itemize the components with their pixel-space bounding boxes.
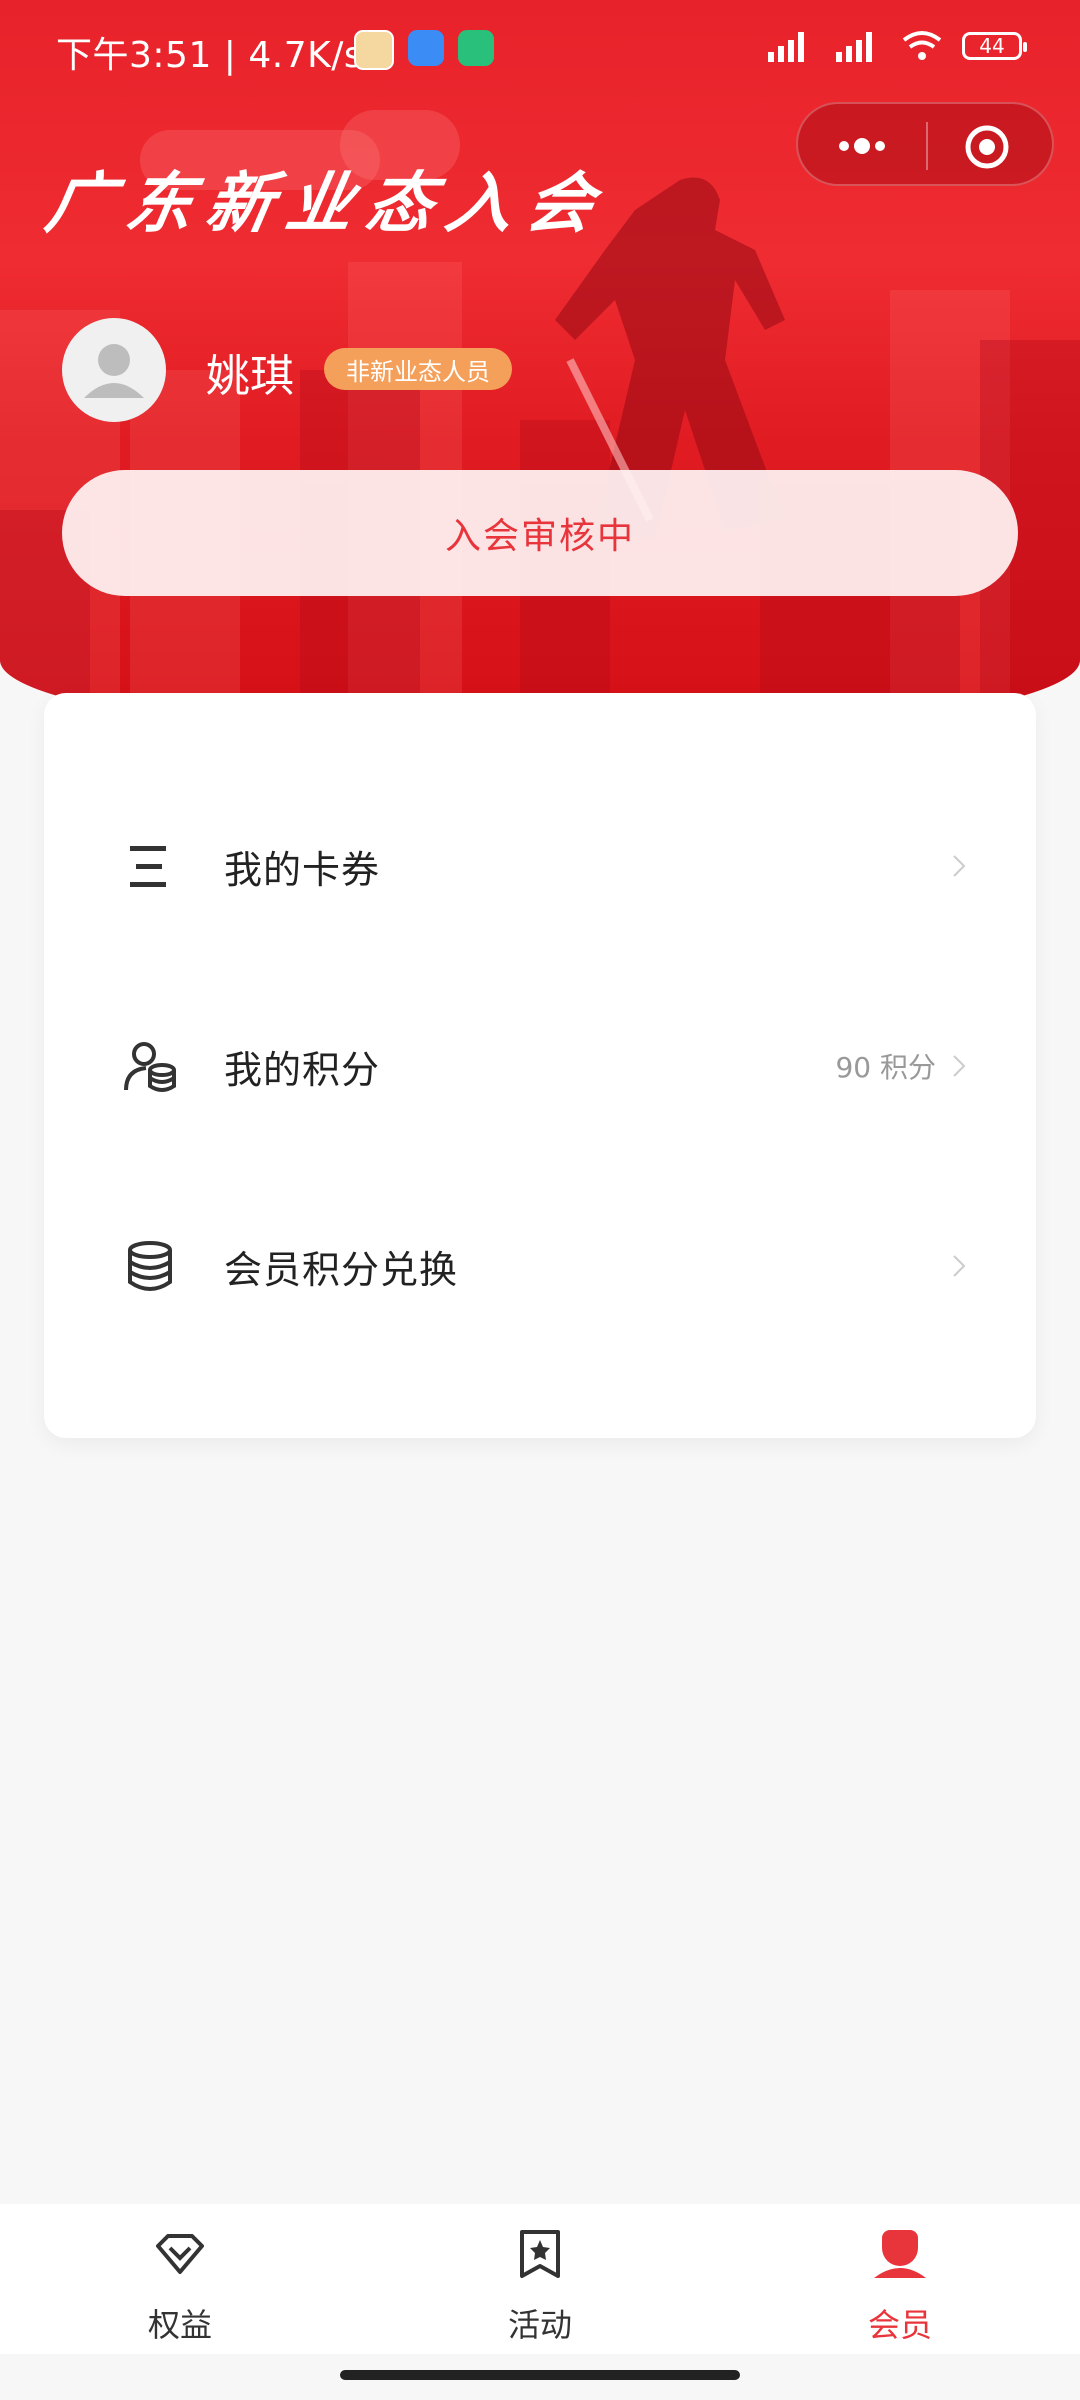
tab-activities[interactable]: 活动 <box>440 2204 640 2354</box>
more-icon[interactable] <box>832 126 892 166</box>
bookmark-star-icon <box>520 2230 560 2278</box>
close-miniprogram-icon[interactable] <box>964 124 1010 170</box>
shield-app-icon <box>458 30 494 66</box>
avatar[interactable] <box>62 318 166 422</box>
signal-icon-2 <box>836 32 872 62</box>
member-type-badge: 非新业态人员 <box>324 348 512 390</box>
user-name: 姚琪 <box>206 351 294 402</box>
tab-member[interactable]: 会员 <box>800 2204 1000 2354</box>
chevron-right-icon <box>953 855 966 877</box>
database-icon <box>128 1241 172 1291</box>
tab-benefits[interactable]: 权益 <box>80 2204 280 2354</box>
wifi-icon <box>902 31 942 60</box>
miniprogram-capsule <box>796 102 1054 186</box>
menu-item-label: 我的积分 <box>224 1047 381 1092</box>
toutiao-app-icon <box>354 30 394 70</box>
tab-label: 活动 <box>507 2306 572 2344</box>
menu-item-coupons[interactable]: 我的卡券 <box>44 766 1036 966</box>
application-status-button[interactable]: 入会审核中 <box>62 470 1018 596</box>
list-icon <box>130 846 166 887</box>
tab-label: 会员 <box>867 2306 932 2344</box>
menu-item-exchange[interactable]: 会员积分兑换 <box>44 1166 1036 1366</box>
diamond-icon <box>156 2234 204 2274</box>
person-icon <box>874 2230 926 2278</box>
default-avatar-icon <box>84 344 144 398</box>
page-title: 广东新业态入会 <box>40 165 614 242</box>
status-bar: 下午3:51 | 4.7K/s 44 <box>0 0 1080 100</box>
battery-icon: 44 <box>962 32 1027 60</box>
tab-label: 权益 <box>147 2306 212 2344</box>
menu-item-label: 我的卡券 <box>224 847 381 892</box>
status-time: 下午3:51 | 4.7K/s <box>56 35 364 76</box>
bottom-tab-bar: 权益 活动 会员 <box>0 2204 1080 2354</box>
chevron-right-icon <box>953 1255 966 1277</box>
menu-item-points[interactable]: 我的积分 90 积分 <box>44 966 1036 1166</box>
points-icon <box>124 1042 176 1092</box>
menu-item-label: 会员积分兑换 <box>224 1247 459 1292</box>
home-indicator[interactable] <box>340 2370 740 2380</box>
points-value: 90 积分 <box>835 1051 936 1084</box>
signal-icon <box>768 32 804 62</box>
chevron-right-icon <box>953 1055 966 1077</box>
message-app-icon <box>408 30 444 66</box>
menu-card: 我的卡券 我的积分 90 积分 会员积分兑换 <box>44 693 1036 1438</box>
